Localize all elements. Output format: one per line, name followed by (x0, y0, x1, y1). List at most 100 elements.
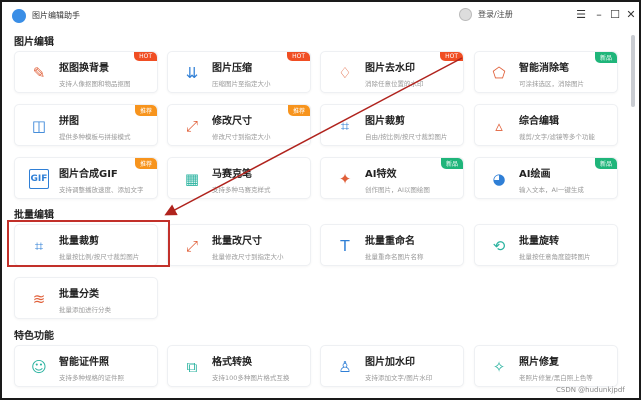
scrollbar[interactable] (631, 35, 635, 107)
card-badge: HOT (440, 52, 463, 61)
card-description: 支持100多种图片格式互换 (212, 374, 290, 382)
app-title: 图片编辑助手 (32, 11, 80, 20)
card-title: 智能消除笔 (519, 63, 569, 74)
collage-icon: ◫ (31, 116, 47, 135)
card-title: 批量改尺寸 (212, 236, 262, 247)
feature-card[interactable]: ✧ 照片修复 老照片修复/黑白照上色等 (474, 345, 618, 387)
card-badge: 新品 (594, 52, 617, 63)
batch-resize-icon: ⤢ (185, 236, 198, 255)
feature-card[interactable]: ⇊ 图片压缩 压缩图片至指定大小 HOT (167, 51, 311, 93)
card-description: 批量修改尺寸到指定大小 (212, 253, 284, 261)
card-description: 自由/按比例/按尺寸裁剪图片 (365, 133, 448, 141)
card-badge: HOT (287, 52, 310, 61)
watermark: CSDN @hudunkjpdf (556, 386, 625, 394)
card-title: 图片加水印 (365, 357, 415, 368)
card-badge: 新品 (440, 158, 463, 169)
card-description: 支持调整播放速度、添加文字 (59, 186, 144, 194)
feature-card[interactable]: T 批量重命名 批量重命名图片名称 (320, 224, 464, 266)
drop-slash-icon: ♢ (338, 63, 352, 82)
resize-icon: ⤢ (185, 116, 198, 135)
card-title: AI绘画 (519, 169, 551, 180)
layers-icon: ≋ (32, 289, 46, 308)
card-description: 压缩图片至指定大小 (212, 80, 271, 88)
section-title: 图片编辑 (14, 37, 54, 48)
card-title: 格式转换 (212, 357, 252, 368)
magic-wand-icon: ✧ (492, 357, 506, 376)
feature-card[interactable]: ▦ 马赛克笔 支持多种马赛克样式 (167, 157, 311, 199)
card-description: 裁剪/文字/滤镜等多个功能 (519, 133, 595, 141)
app-window: 图片编辑助手 登录/注册 ☰ – ☐ ✕ 图片编辑 ✎ 抠图换背景 支持人像抠图和… (2, 2, 639, 398)
card-title: 抠图换背景 (59, 63, 109, 74)
feature-card[interactable]: ♙ 图片加水印 支持添加文字/图片水印 (320, 345, 464, 387)
rotate-icon: ⟲ (492, 236, 506, 255)
palette-icon: ◕ (492, 169, 506, 188)
card-description: 批量重命名图片名称 (365, 253, 424, 261)
card-title: 图片合成GIF (59, 169, 118, 180)
feature-card[interactable]: ⟲ 批量旋转 批量按任意角度旋转图片 (474, 224, 618, 266)
card-title: 智能证件照 (59, 357, 109, 368)
login-label: 登录/注册 (478, 10, 513, 19)
card-title: 照片修复 (519, 357, 559, 368)
card-description: 批量按任意角度旋转图片 (519, 253, 591, 261)
card-title: 图片裁剪 (365, 116, 405, 127)
feature-card[interactable]: ⧉ 格式转换 支持100多种图片格式互换 (167, 345, 311, 387)
feature-card[interactable]: ♢ 图片去水印 消除任意位置的水印 HOT (320, 51, 464, 93)
minimize-icon[interactable]: – (592, 8, 606, 21)
feature-card[interactable]: ⤢ 批量改尺寸 批量修改尺寸到指定大小 (167, 224, 311, 266)
feature-card[interactable]: ✦ AI特效 创作图片，AI以图绘图 新品 (320, 157, 464, 199)
menu-icon[interactable]: ☰ (574, 8, 588, 21)
compress-icon: ⇊ (185, 63, 199, 82)
avatar (459, 8, 472, 21)
feature-card[interactable]: ⬠ 智能消除笔 可涂抹选区，消除图片 新品 (474, 51, 618, 93)
eraser-icon: ✎ (32, 63, 46, 82)
highlight-box (7, 220, 170, 267)
feature-card[interactable]: ☺ 智能证件照 支持多种规格的证件照 (14, 345, 158, 387)
card-title: 图片去水印 (365, 63, 415, 74)
rename-icon: T (340, 236, 350, 255)
gif-icon: GIF (29, 169, 49, 189)
feature-card[interactable]: ⤢ 修改尺寸 修改尺寸到指定大小 推荐 (167, 104, 311, 146)
card-description: 老照片修复/黑白照上色等 (519, 374, 593, 382)
feature-card[interactable]: ◕ AI绘画 输入文本，AI一键生成 新品 (474, 157, 618, 199)
login-button[interactable]: 登录/注册 (459, 8, 513, 21)
card-title: 批量分类 (59, 289, 99, 300)
feature-card[interactable]: ≋ 批量分类 批量添加进行分类 (14, 277, 158, 319)
card-title: 马赛克笔 (212, 169, 252, 180)
close-icon[interactable]: ✕ (624, 8, 638, 21)
card-title: 修改尺寸 (212, 116, 252, 127)
card-description: 消除任意位置的水印 (365, 80, 424, 88)
card-description: 支持人像抠图和物品抠图 (59, 80, 131, 88)
card-description: 批量添加进行分类 (59, 306, 111, 314)
card-description: 输入文本，AI一键生成 (519, 186, 584, 194)
feature-card[interactable]: ▵ 综合编辑 裁剪/文字/滤镜等多个功能 (474, 104, 618, 146)
crop-icon: ⌗ (340, 116, 350, 135)
title-bar: 图片编辑助手 登录/注册 ☰ – ☐ ✕ (2, 2, 639, 30)
card-badge: 推荐 (287, 105, 310, 116)
card-description: 支持多种马赛克样式 (212, 186, 271, 194)
sparkle-icon: ✦ (338, 169, 352, 188)
card-description: 支持添加文字/图片水印 (365, 374, 433, 382)
convert-icon: ⧉ (186, 357, 198, 376)
card-title: 批量重命名 (365, 236, 415, 247)
app-logo-icon (12, 9, 26, 23)
card-title: 综合编辑 (519, 116, 559, 127)
card-description: 创作图片，AI以图绘图 (365, 186, 430, 194)
card-badge: 推荐 (134, 158, 157, 169)
card-description: 可涂抹选区，消除图片 (519, 80, 584, 88)
stamp-icon: ♙ (338, 357, 352, 376)
feature-card[interactable]: ⌗ 图片裁剪 自由/按比例/按尺寸裁剪图片 (320, 104, 464, 146)
feature-card[interactable]: GIF 图片合成GIF 支持调整播放速度、添加文字 推荐 (14, 157, 158, 199)
maximize-icon[interactable]: ☐ (608, 8, 622, 21)
card-badge: 新品 (594, 158, 617, 169)
card-title: 批量旋转 (519, 236, 559, 247)
card-title: AI特效 (365, 169, 397, 180)
feature-card[interactable]: ✎ 抠图换背景 支持人像抠图和物品抠图 HOT (14, 51, 158, 93)
card-title: 图片压缩 (212, 63, 252, 74)
eraser-pen-icon: ⬠ (492, 63, 506, 82)
id-photo-icon: ☺ (31, 357, 47, 376)
section-title: 特色功能 (14, 331, 54, 342)
shapes-icon: ▵ (495, 116, 503, 135)
card-badge: HOT (134, 52, 157, 61)
section-title: 批量编辑 (14, 210, 54, 221)
feature-card[interactable]: ◫ 拼图 提供多种模板与拼接模式 推荐 (14, 104, 158, 146)
